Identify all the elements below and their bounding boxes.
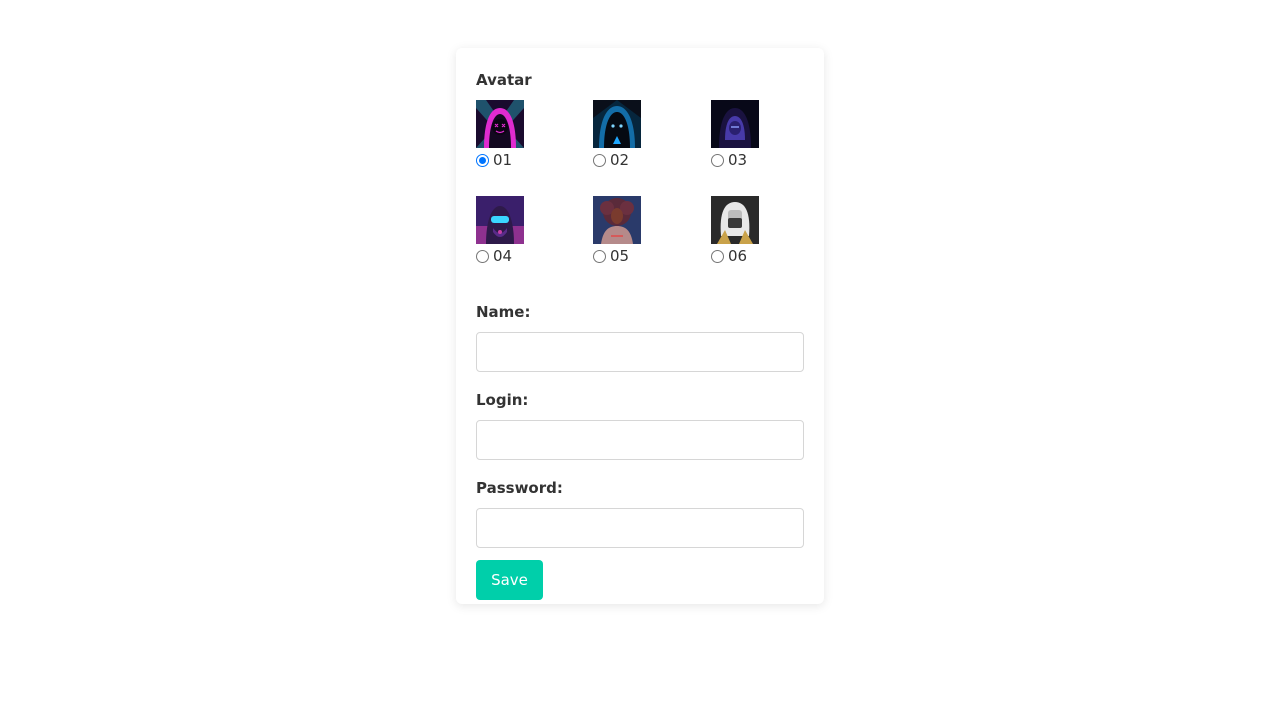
avatar-image-05[interactable] [593, 196, 641, 244]
avatar-image-01[interactable] [476, 100, 524, 148]
name-input[interactable] [476, 332, 804, 372]
avatar-radio-04[interactable] [476, 249, 489, 263]
avatar-option-01[interactable]: 01 [476, 100, 593, 196]
password-label: Password: [476, 479, 563, 497]
avatar-label-06: 06 [728, 247, 748, 265]
avatar-radio-03[interactable] [711, 153, 724, 167]
avatar-label-05: 05 [610, 247, 630, 265]
login-input[interactable] [476, 420, 804, 460]
avatar-radio-01[interactable] [476, 153, 489, 167]
avatar-section-label: Avatar [476, 71, 532, 89]
avatar-grid: 01 02 03 04 05 06 [476, 100, 804, 292]
avatar-option-05[interactable]: 05 [593, 196, 711, 292]
avatar-label-01: 01 [493, 151, 513, 169]
save-button[interactable]: Save [476, 560, 543, 600]
name-label: Name: [476, 303, 531, 321]
password-input[interactable] [476, 508, 804, 548]
avatar-image-03[interactable] [711, 100, 759, 148]
avatar-radio-02[interactable] [593, 153, 606, 167]
avatar-label-02: 02 [610, 151, 630, 169]
avatar-option-03[interactable]: 03 [711, 100, 804, 196]
avatar-radio-06[interactable] [711, 249, 724, 263]
profile-form-card: Avatar 01 02 03 04 05 06 Name: Login: Pa… [456, 48, 824, 604]
avatar-radio-05[interactable] [593, 249, 606, 263]
login-label: Login: [476, 391, 529, 409]
avatar-label-04: 04 [493, 247, 513, 265]
avatar-option-02[interactable]: 02 [593, 100, 711, 196]
avatar-label-03: 03 [728, 151, 748, 169]
avatar-option-06[interactable]: 06 [711, 196, 804, 292]
avatar-option-04[interactable]: 04 [476, 196, 593, 292]
avatar-image-02[interactable] [593, 100, 641, 148]
avatar-image-06[interactable] [711, 196, 759, 244]
avatar-image-04[interactable] [476, 196, 524, 244]
